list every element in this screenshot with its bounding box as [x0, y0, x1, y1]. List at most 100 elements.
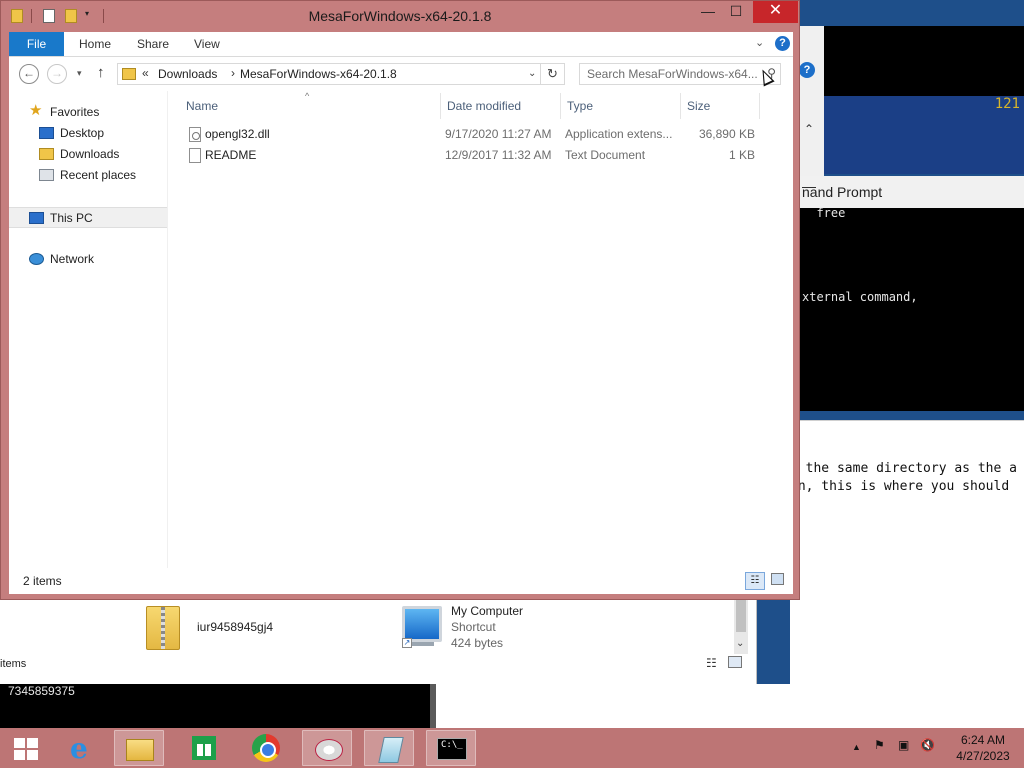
tab-home[interactable]: Home [71, 32, 119, 56]
recent-locations-icon[interactable]: ▾ [77, 68, 82, 79]
large-icons-view-icon[interactable] [728, 656, 742, 668]
command-output-text: 7345859375 [8, 684, 75, 698]
column-divider[interactable] [560, 93, 561, 119]
file-type: Text Document [565, 148, 646, 162]
folder-icon [122, 68, 136, 80]
titlebar[interactable]: ▾ MesaForWindows-x64-20.1.8 — ☐ ✕ [1, 1, 799, 31]
back-button[interactable]: ← [19, 64, 39, 84]
nav-item-recent-places[interactable]: Recent places [9, 165, 167, 186]
shortcut-name[interactable]: My Computer [451, 604, 523, 618]
volume-muted-icon[interactable]: 🔇 [920, 738, 935, 752]
taskbar-internet-explorer[interactable]: e [56, 730, 106, 766]
maximize-button[interactable]: ☐ [721, 1, 751, 23]
expand-ribbon-icon[interactable]: ⌄ [755, 36, 764, 49]
zip-folder-name[interactable]: iur9458945gj4 [197, 620, 273, 634]
close-button[interactable]: ✕ [753, 1, 798, 23]
taskbar-command-prompt[interactable]: C:\_ [426, 730, 476, 766]
nav-label: Network [50, 252, 95, 266]
file-name: README [205, 148, 257, 162]
tab-file[interactable]: File [9, 32, 64, 56]
nav-item-network[interactable]: Network [9, 249, 167, 270]
action-center-flag-icon[interactable]: ⚑ [874, 738, 885, 752]
windows-logo-icon [14, 738, 38, 760]
navigation-pane: ★ Favorites Desktop Downloads Recent pla… [9, 91, 167, 568]
details-view-icon[interactable]: ☷ [706, 656, 717, 670]
taskbar: e C:\_ ▲ ⚑ ▣ 🔇 6:24 AM 4/27/2023 [0, 728, 1024, 768]
file-name: opengl32.dll [205, 127, 270, 141]
details-view-button[interactable]: ☷ [745, 572, 765, 590]
file-explorer-icon [126, 739, 154, 761]
nav-label: This PC [50, 211, 93, 225]
nav-item-this-pc[interactable]: This PC [9, 207, 167, 228]
notepad-window[interactable]: n the same directory as the a on, this i… [790, 420, 1024, 730]
breadcrumb-downloads[interactable]: Downloads [158, 67, 217, 81]
search-input[interactable] [580, 64, 760, 84]
refresh-button[interactable]: ↻ [541, 63, 565, 85]
column-header-name[interactable]: Name [186, 99, 218, 113]
nav-label: Recent places [60, 168, 137, 182]
column-divider[interactable] [680, 93, 681, 119]
sort-ascending-icon: ^ [305, 91, 310, 101]
computer-icon [29, 212, 44, 224]
address-dropdown-icon[interactable]: ⌄ [528, 68, 536, 79]
help-icon[interactable]: ? [775, 36, 790, 51]
search-box[interactable]: ⚲ [579, 63, 781, 85]
tab-share[interactable]: Share [129, 32, 177, 56]
file-explorer-window[interactable]: ▾ MesaForWindows-x64-20.1.8 — ☐ ✕ File H… [0, 0, 800, 600]
minimize-icon[interactable]: — [802, 178, 1018, 194]
taskbar-snipping-tool[interactable] [302, 730, 352, 766]
file-row[interactable]: opengl32.dll 9/17/2020 11:27 AM Applicat… [179, 124, 775, 145]
dll-file-icon [189, 127, 201, 142]
second-explorer-window[interactable]: iur9458945gj4 ↗ My Computer Shortcut 424… [0, 598, 757, 684]
tab-view[interactable]: View [186, 32, 228, 56]
clock[interactable]: 6:24 AM 4/27/2023 [948, 732, 1018, 764]
breadcrumb-current-folder[interactable]: MesaForWindows-x64-20.1.8 [240, 67, 397, 81]
file-row[interactable]: README 12/9/2017 11:32 AM Text Document … [179, 145, 775, 166]
network-status-icon[interactable]: ▣ [898, 738, 909, 752]
item-count: 2 items [23, 574, 62, 588]
nav-item-downloads[interactable]: Downloads [9, 144, 167, 165]
address-bar[interactable]: « Downloads › MesaForWindows-x64-20.1.8 … [117, 63, 541, 85]
large-icons-view-button[interactable] [771, 573, 784, 585]
notepad-line: on, this is where you should [790, 479, 1010, 494]
column-header-date-modified[interactable]: Date modified [447, 99, 521, 113]
file-date: 9/17/2020 11:27 AM [445, 127, 552, 141]
breadcrumb-overflow[interactable]: « [142, 66, 149, 80]
recent-places-icon [39, 169, 54, 181]
scrollbar[interactable]: ⌄ [734, 598, 748, 654]
column-divider[interactable] [759, 93, 760, 119]
zip-folder-icon[interactable] [146, 606, 180, 650]
status-bar: 2 items ☷ [9, 568, 793, 594]
column-header-size[interactable]: Size [687, 99, 710, 113]
taskbar-file-explorer[interactable] [114, 730, 164, 766]
nav-item-desktop[interactable]: Desktop [9, 123, 167, 144]
taskbar-notepad[interactable] [364, 730, 414, 766]
chevron-up-icon: ⌃ [804, 122, 815, 136]
navigation-bar: ← → ▾ ↑ « Downloads › MesaForWindows-x64… [9, 57, 793, 91]
pane-splitter[interactable] [167, 91, 168, 568]
forward-button[interactable]: → [47, 64, 67, 84]
command-prompt-titlebar[interactable]: nand Prompt — [790, 176, 1024, 208]
computer-icon[interactable] [402, 606, 442, 642]
show-hidden-icons-icon[interactable]: ▲ [852, 742, 861, 752]
desktop-icon [39, 127, 54, 139]
up-button[interactable]: ↑ [97, 64, 105, 81]
nav-label: Downloads [60, 147, 120, 161]
command-prompt-window[interactable]: nand Prompt — free xternal command, [790, 176, 1024, 411]
text-file-icon [189, 148, 201, 163]
scroll-down-icon[interactable]: ⌄ [736, 638, 744, 649]
file-list: ^ Name Date modified Type Size opengl32.… [169, 91, 793, 568]
file-date: 12/9/2017 11:32 AM [445, 148, 552, 162]
scrollbar-thumb[interactable] [736, 600, 746, 632]
nav-item-favorites[interactable]: ★ Favorites [9, 102, 167, 123]
column-divider[interactable] [440, 93, 441, 119]
taskbar-store[interactable] [178, 730, 228, 766]
taskbar-chrome[interactable] [240, 730, 290, 766]
minimize-button[interactable]: — [693, 1, 723, 23]
breadcrumb-separator[interactable]: › [231, 66, 235, 80]
window-title: MesaForWindows-x64-20.1.8 [308, 8, 492, 24]
nav-label: Favorites [50, 105, 100, 119]
column-header-type[interactable]: Type [567, 99, 593, 113]
start-button[interactable] [2, 730, 52, 766]
notepad-line: n the same directory as the a [790, 461, 1017, 476]
